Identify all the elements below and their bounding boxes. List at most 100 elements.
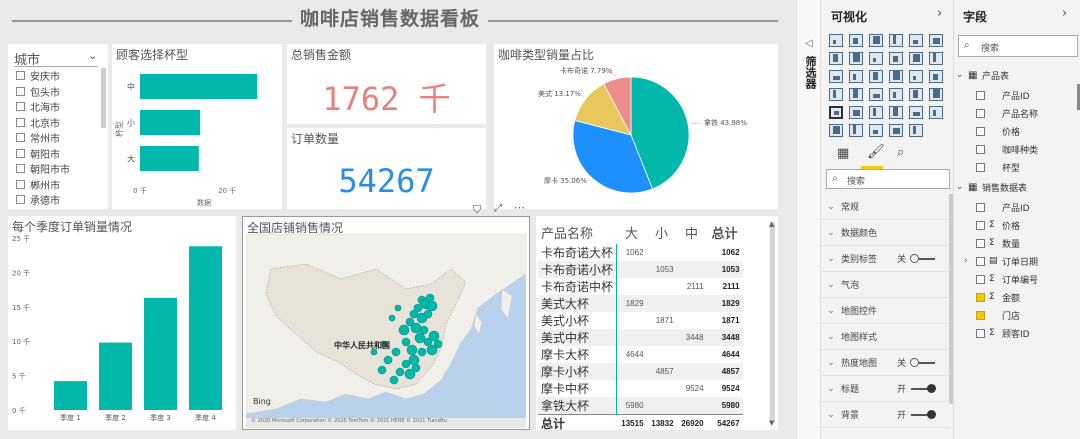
- field-table[interactable]: ⌄ ▦ 产品表: [956, 66, 1009, 84]
- store-bubble[interactable]: [388, 314, 396, 322]
- store-bubble[interactable]: [419, 325, 429, 335]
- product-matrix[interactable]: 产品名称大小中总计 卡布奇诺大杯 1062 1062 卡布奇诺小杯 1053 1053 卡布奇…: [536, 216, 778, 432]
- visual-type-icon[interactable]: [909, 124, 923, 137]
- store-bubble[interactable]: [411, 363, 421, 373]
- quarter-bar[interactable]: [99, 342, 132, 410]
- visual-type-icon[interactable]: [849, 88, 863, 101]
- toggle-switch[interactable]: 关: [897, 252, 935, 265]
- format-section-row[interactable]: ⌄ 标题 开: [821, 376, 951, 402]
- checkbox[interactable]: [16, 86, 25, 96]
- field-item[interactable]: Σ 顾客ID: [976, 324, 1030, 342]
- checkbox[interactable]: [976, 202, 985, 212]
- store-bubble[interactable]: [383, 355, 393, 365]
- visual-type-icon[interactable]: [889, 34, 903, 47]
- checkbox[interactable]: [976, 292, 985, 302]
- filter-icon[interactable]: ⛉: [473, 203, 481, 217]
- checkbox[interactable]: [16, 102, 25, 112]
- store-bubble[interactable]: [401, 337, 411, 347]
- checkbox[interactable]: [16, 117, 25, 127]
- visual-type-icon[interactable]: [909, 70, 923, 83]
- city-scrollbar[interactable]: [101, 68, 106, 128]
- visual-type-icon[interactable]: [869, 34, 883, 47]
- store-bubble[interactable]: [377, 365, 387, 375]
- field-item[interactable]: 杯型: [976, 158, 1020, 176]
- chevron-right-icon[interactable]: ›: [1062, 6, 1067, 21]
- store-bubble[interactable]: [409, 309, 419, 319]
- visual-type-icon[interactable]: [909, 106, 923, 119]
- checkbox[interactable]: [16, 179, 25, 189]
- format-section-row[interactable]: ⌄ 气泡: [821, 272, 951, 298]
- store-bubble[interactable]: [408, 354, 420, 366]
- store-bubble[interactable]: [395, 367, 405, 377]
- store-bubble[interactable]: [406, 344, 418, 356]
- visual-type-icon[interactable]: [909, 52, 923, 65]
- store-bubble[interactable]: [414, 332, 426, 344]
- store-bubble[interactable]: [428, 330, 440, 342]
- visual-type-icon[interactable]: [869, 124, 883, 137]
- checkbox[interactable]: [976, 220, 985, 230]
- toggle-switch[interactable]: 开: [897, 408, 936, 421]
- store-bubble[interactable]: [410, 322, 422, 334]
- collapse-filters-icon[interactable]: ◁: [805, 38, 813, 49]
- city-item[interactable]: 赤峰市: [16, 208, 98, 209]
- visual-type-icon[interactable]: [929, 88, 943, 101]
- checkbox[interactable]: [976, 144, 985, 154]
- visual-type-icon[interactable]: [929, 34, 943, 47]
- field-item[interactable]: 门店: [976, 306, 1020, 324]
- visual-type-icon[interactable]: [829, 124, 843, 137]
- visual-type-icon[interactable]: [829, 88, 843, 101]
- visual-type-icon[interactable]: [829, 34, 843, 47]
- checkbox[interactable]: [976, 256, 985, 266]
- city-item[interactable]: 朝阳市: [16, 146, 98, 162]
- field-item[interactable]: › ▤ 订单日期: [964, 252, 1038, 270]
- fields-search-box[interactable]: ⌕ 搜索: [958, 35, 1078, 57]
- visual-type-icon[interactable]: [889, 70, 903, 83]
- toggle-switch[interactable]: 开: [897, 382, 936, 395]
- store-bubble[interactable]: [423, 309, 433, 319]
- filter-strip[interactable]: ◁ 筛选器: [796, 0, 820, 439]
- store-bubble[interactable]: [417, 347, 427, 357]
- chevron-down-icon[interactable]: ⌄: [88, 49, 97, 62]
- table-row[interactable]: 卡布奇诺中杯 2111 2111: [538, 278, 743, 295]
- filter-tab-label[interactable]: 筛选器: [802, 56, 818, 89]
- format-search-box[interactable]: ⌕ 搜索: [826, 169, 950, 189]
- field-item[interactable]: Σ 金额: [976, 288, 1020, 306]
- checkbox[interactable]: [976, 310, 985, 320]
- checkbox[interactable]: [976, 126, 985, 136]
- store-bubble[interactable]: [391, 347, 401, 357]
- more-options-icon[interactable]: ⋯: [514, 201, 525, 214]
- matrix-header-cell[interactable]: 中: [677, 220, 707, 244]
- store-map[interactable]: 全国店铺销售情况 中华人民共和国 Bing © 2020 Microsoft C…: [242, 216, 530, 430]
- table-row[interactable]: 摩卡小杯 4857 4857: [538, 363, 743, 380]
- quarter-bar[interactable]: [54, 381, 87, 410]
- visual-type-icon[interactable]: [869, 70, 883, 83]
- format-section-row[interactable]: ⌄ 数据颜色: [821, 220, 951, 246]
- visual-type-icon[interactable]: [929, 70, 943, 83]
- format-section-row[interactable]: ⌄ 类别标签 关: [821, 246, 951, 272]
- matrix-header-cell[interactable]: 大: [617, 220, 647, 244]
- field-item[interactable]: 产品ID: [976, 198, 1030, 216]
- city-item[interactable]: 常州市: [16, 130, 98, 146]
- city-item[interactable]: 安庆市: [16, 68, 98, 84]
- checkbox[interactable]: [976, 238, 985, 248]
- table-row[interactable]: 摩卡大杯 4644 4644: [538, 346, 743, 363]
- chevron-right-icon[interactable]: ›: [937, 6, 942, 21]
- matrix-header-cell[interactable]: 小: [647, 220, 677, 244]
- checkbox[interactable]: [976, 274, 985, 284]
- matrix-header-cell[interactable]: 总计: [707, 220, 743, 244]
- quarter-sales-chart[interactable]: 每个季度订单销量情况 25 千 20 千 15 千 10 千5 千0 千季度 1 季度 …: [8, 216, 236, 430]
- city-item[interactable]: 北京市: [16, 115, 98, 131]
- cup-bar[interactable]: [140, 110, 201, 135]
- checkbox[interactable]: [16, 148, 25, 158]
- visual-type-icon[interactable]: [889, 52, 903, 65]
- format-section-row[interactable]: ⌄ 常规: [821, 194, 951, 220]
- visual-type-icon[interactable]: [849, 52, 863, 65]
- visual-type-icon[interactable]: [929, 52, 943, 65]
- city-slicer[interactable]: 城市 ⌄ 安庆市包头市北海市北京市常州市朝阳市朝阳市市郴州市承德市赤峰市: [8, 44, 108, 209]
- city-item[interactable]: 朝阳市市: [16, 161, 98, 177]
- visual-type-icon[interactable]: [849, 124, 863, 137]
- format-section-row[interactable]: ⌄ 地图样式: [821, 324, 951, 350]
- checkbox[interactable]: [16, 164, 25, 174]
- chevron-right-icon[interactable]: ›: [964, 256, 976, 266]
- format-paint-icon[interactable]: 🖌: [867, 144, 885, 160]
